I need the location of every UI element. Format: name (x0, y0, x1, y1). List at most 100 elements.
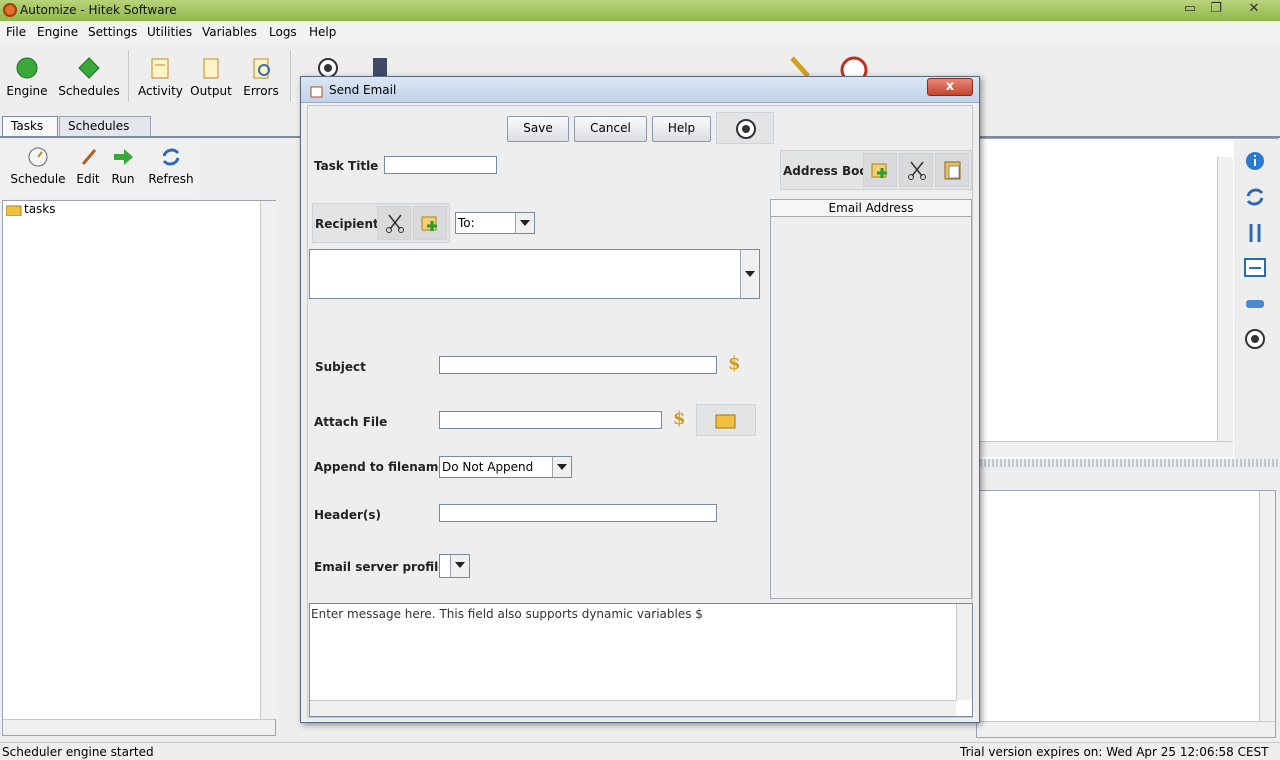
help-button[interactable]: Help (652, 116, 711, 142)
refresh-icon (162, 148, 180, 166)
chevron-down-icon[interactable] (740, 250, 759, 298)
menu-logs[interactable]: Logs (269, 25, 297, 39)
append-filename-value: Do Not Append (442, 460, 534, 474)
add-icon (871, 163, 887, 178)
add-icon (421, 216, 437, 231)
dialog-title: Send Email (329, 83, 397, 97)
cut-address-button[interactable] (899, 153, 933, 187)
paste-address-button[interactable] (935, 153, 969, 187)
errors-button[interactable]: Errors (240, 56, 282, 98)
browse-file-button[interactable] (696, 404, 756, 436)
chevron-down-icon[interactable] (552, 457, 571, 477)
minimize-button[interactable]: ▭ (1176, 0, 1204, 18)
schedules-label: Schedules (58, 84, 120, 98)
resize-icon[interactable] (1244, 258, 1266, 278)
tab-tasks[interactable]: Tasks (2, 116, 58, 136)
email-address-header[interactable]: Email Address (771, 200, 971, 217)
detail-horizontal-scrollbar[interactable] (977, 441, 1233, 457)
window-title: Automize - Hitek Software (20, 3, 177, 17)
variables-button[interactable] (716, 112, 774, 144)
output-button[interactable]: Output (190, 56, 232, 98)
append-filename-label: Append to filename (314, 460, 447, 474)
tree-horizontal-scrollbar[interactable] (3, 719, 275, 735)
schedule-label: Schedule (10, 172, 66, 186)
append-filename-select[interactable]: Do Not Append (439, 456, 572, 478)
engine-button[interactable]: Engine (6, 56, 48, 98)
message-area[interactable]: Enter message here. This field also supp… (309, 603, 973, 717)
sort-arrows-icon[interactable] (1244, 222, 1266, 244)
usb-icon[interactable] (1244, 294, 1266, 314)
task-tree[interactable]: tasks (2, 200, 276, 736)
headers-input[interactable] (439, 504, 717, 522)
email-address-list[interactable]: Email Address (770, 199, 972, 599)
recipients-toolbar: Recipients (312, 203, 450, 243)
cut-recipient-button[interactable] (377, 206, 411, 240)
menu-utilities[interactable]: Utilities (147, 25, 192, 39)
email-server-select[interactable] (439, 554, 470, 578)
output-icon (203, 58, 219, 79)
dialog-body: Save Cancel Help Task Title Address Book… (307, 105, 973, 718)
schedule-button[interactable]: Schedule (10, 146, 66, 186)
attach-file-label: Attach File (314, 415, 388, 429)
engine-icon (16, 57, 38, 79)
engine-label: Engine (6, 84, 48, 98)
send-email-dialog: Send Email x Save Cancel Help Task Title… (300, 76, 980, 723)
recipients-combo[interactable] (309, 249, 760, 299)
message-vertical-scrollbar[interactable] (956, 604, 972, 700)
scissors-icon (908, 161, 926, 180)
dialog-close-button[interactable]: x (927, 78, 973, 96)
output-label: Output (190, 84, 232, 98)
message-horizontal-scrollbar[interactable] (310, 700, 956, 716)
schedules-icon (78, 57, 100, 79)
subject-input[interactable] (439, 356, 717, 374)
run-label: Run (111, 172, 135, 186)
app-icon (3, 3, 17, 17)
address-book-toolbar: Address Book (780, 150, 972, 190)
menu-bar: File Engine Settings Utilities Variables… (0, 21, 1280, 43)
splitter[interactable] (976, 459, 1278, 467)
subject-variable-button[interactable]: $ (728, 353, 741, 374)
save-button[interactable]: Save (507, 116, 569, 142)
menu-variables[interactable]: Variables (202, 25, 257, 39)
toolbar-divider (128, 50, 129, 102)
headers-label: Header(s) (314, 508, 382, 522)
tab-schedules[interactable]: Schedules (59, 116, 151, 136)
refresh-button[interactable]: Refresh (146, 146, 196, 186)
recipient-type-select[interactable]: To: (455, 212, 535, 234)
edit-button[interactable]: Edit (74, 146, 102, 186)
activity-button[interactable]: Activity (138, 56, 183, 98)
errors-label: Errors (243, 84, 279, 98)
scissors-icon (386, 214, 404, 233)
task-title-input[interactable] (384, 156, 497, 174)
menu-engine[interactable]: Engine (37, 25, 78, 39)
detail-vertical-scrollbar[interactable] (1217, 157, 1233, 441)
cancel-button[interactable]: Cancel (574, 116, 647, 142)
log-horizontal-scrollbar[interactable] (977, 721, 1275, 737)
sync-icon[interactable] (1244, 186, 1266, 208)
tree-root[interactable]: tasks (24, 202, 56, 216)
window-close-button[interactable]: ✕ (1240, 0, 1268, 18)
title-bar: Automize - Hitek Software ▭ ❐ ✕ (0, 0, 1280, 21)
menu-settings[interactable]: Settings (88, 25, 137, 39)
clock-icon (28, 147, 48, 167)
schedules-button[interactable]: Schedules (58, 56, 120, 98)
chevron-down-icon[interactable] (515, 213, 534, 233)
message-text[interactable]: Enter message here. This field also supp… (311, 607, 703, 621)
add-recipient-button[interactable] (413, 206, 447, 240)
target-icon[interactable] (1244, 328, 1266, 350)
task-detail-panel (976, 138, 1278, 463)
menu-help[interactable]: Help (309, 25, 336, 39)
menu-file[interactable]: File (6, 25, 26, 39)
chevron-down-icon[interactable] (450, 555, 469, 577)
add-address-button[interactable] (863, 153, 897, 187)
tree-vertical-scrollbar[interactable] (260, 201, 276, 719)
restore-button[interactable]: ❐ (1202, 0, 1230, 18)
run-button[interactable]: Run (110, 146, 136, 186)
pencil-icon (81, 149, 97, 165)
attach-file-input[interactable] (439, 411, 662, 429)
recipients-label: Recipients (315, 217, 386, 231)
info-icon[interactable] (1244, 150, 1266, 172)
recipient-type-value: To: (458, 216, 475, 230)
attach-variable-button[interactable]: $ (673, 408, 686, 429)
log-vertical-scrollbar[interactable] (1259, 491, 1275, 721)
